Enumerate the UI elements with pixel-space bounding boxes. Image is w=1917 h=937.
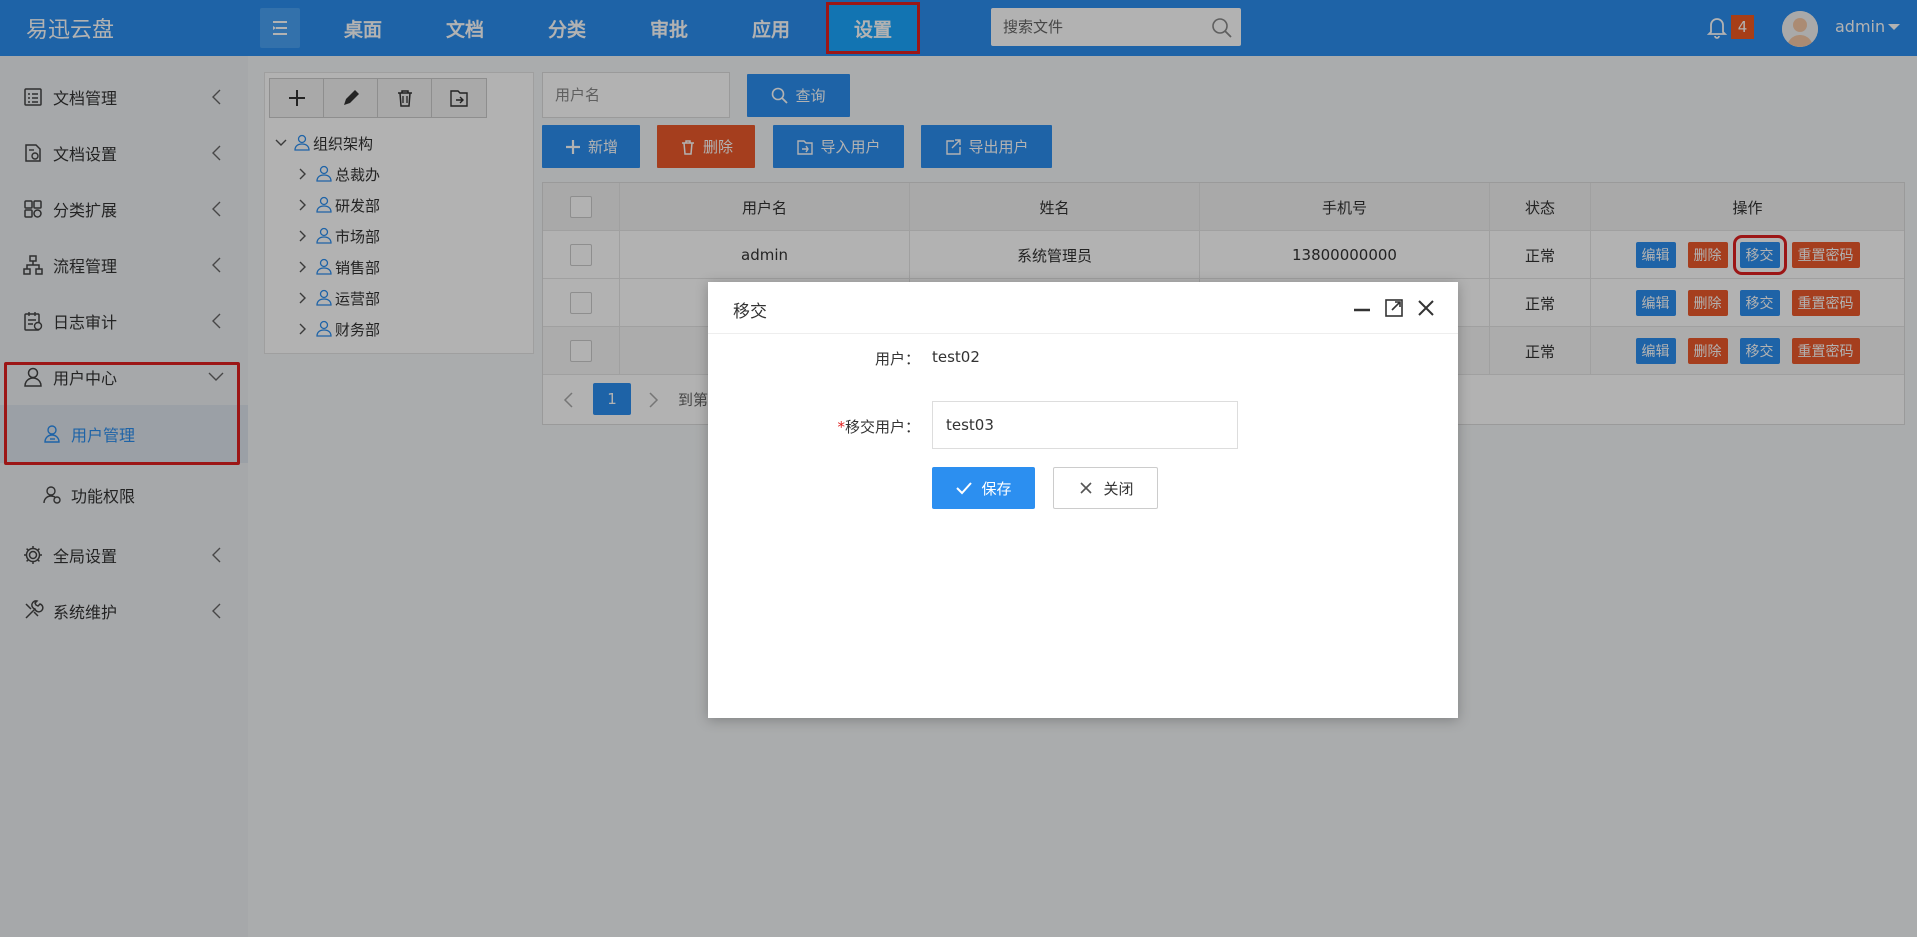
required-mark: * — [837, 418, 845, 436]
check-icon — [956, 482, 973, 495]
transfer-user-input[interactable] — [933, 402, 1237, 448]
close-button-label: 关闭 — [1103, 479, 1134, 498]
user-field-label: 用户： — [874, 350, 920, 368]
user-field-value: test02 — [932, 348, 980, 366]
transfer-user-field — [932, 401, 1238, 449]
transfer-user-field-label: *移交用户： — [800, 416, 920, 437]
close-button[interactable]: 关闭 — [1053, 467, 1158, 509]
save-button-label: 保存 — [981, 479, 1012, 498]
dialog-title: 移交 — [733, 302, 767, 322]
save-button[interactable]: 保存 — [932, 467, 1035, 509]
transfer-dialog: 移交 用户： test02 *移交用户： 保存 关闭 — [708, 282, 1458, 718]
close-icon[interactable] — [1416, 298, 1436, 318]
dialog-header: 移交 — [708, 282, 1458, 334]
maximize-icon[interactable] — [1384, 298, 1404, 318]
close-icon — [1080, 482, 1093, 494]
transfer-user-label-text: 移交用户： — [844, 418, 920, 436]
minimize-icon[interactable] — [1352, 298, 1372, 318]
